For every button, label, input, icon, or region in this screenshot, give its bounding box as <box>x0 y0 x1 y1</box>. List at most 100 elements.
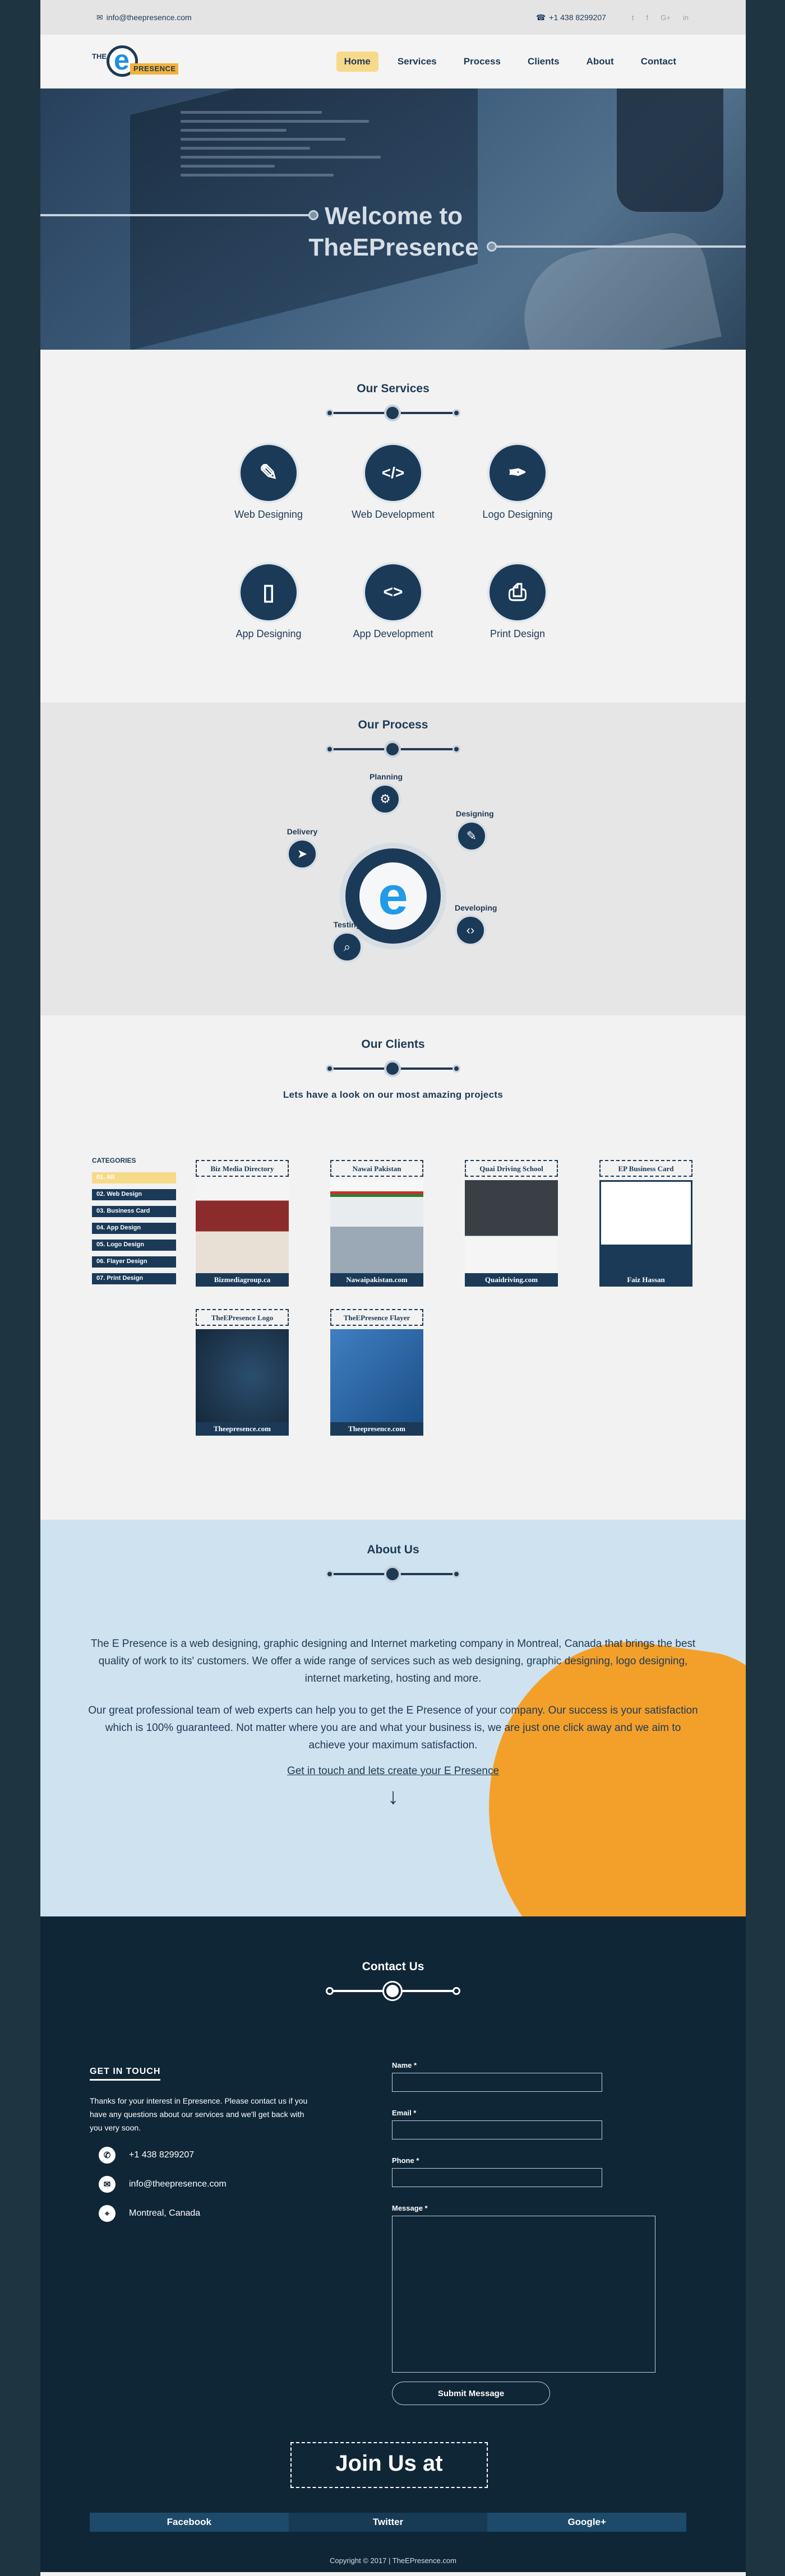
service-logo-designing[interactable]: ✒ Logo Designing <box>456 445 579 521</box>
google-plus-link[interactable]: Google+ <box>487 2513 687 2532</box>
mail-icon: ✉ <box>96 12 103 22</box>
step-designing: Designing ✎ <box>456 809 494 852</box>
project-card[interactable]: TheEPresence Flayer Theepresence.com <box>330 1309 423 1436</box>
project-site: Theepresence.com <box>330 1422 423 1436</box>
linkedin-icon[interactable]: in <box>683 13 689 22</box>
contact-email[interactable]: info@theepresence.com <box>129 2179 227 2189</box>
project-cards: Biz Media Directory Bizmediagroup.ca Naw… <box>196 1160 734 1436</box>
service-print-design[interactable]: ⎙ Print Design <box>456 564 579 640</box>
code-icon: ‹› <box>455 915 486 946</box>
categories-list: CATEGORIES 01. All 02. Web Design 03. Bu… <box>92 1157 176 1290</box>
arrow-down-icon[interactable]: ↓ <box>40 1784 746 1809</box>
get-in-touch-text: Thanks for your interest in Epresence. P… <box>90 2096 308 2132</box>
contact-title: Contact Us <box>362 1960 424 1973</box>
twitter-link[interactable]: Twitter <box>288 2513 488 2532</box>
nav-services[interactable]: Services <box>390 52 445 72</box>
nav-process[interactable]: Process <box>456 52 509 72</box>
contact-location-row: ⌖ Montreal, Canada <box>90 2205 314 2222</box>
logo-wordmark: PRESENCE <box>130 63 178 75</box>
name-field[interactable] <box>392 2073 602 2092</box>
phone-field[interactable] <box>392 2168 602 2187</box>
google-plus-icon[interactable]: G+ <box>661 13 671 22</box>
hero-title-line2: TheEPresence <box>308 234 479 261</box>
project-title: Nawai Pakistan <box>330 1160 423 1177</box>
hero-mug <box>617 89 723 212</box>
step-testing: Testing ⌕ <box>331 920 363 963</box>
design-icon: ✎ <box>456 820 487 852</box>
about-section: About Us The E Presence is a web designi… <box>40 1520 746 1916</box>
category-print-design[interactable]: 07. Print Design <box>92 1273 176 1284</box>
step-label: Delivery <box>287 827 318 836</box>
service-web-development[interactable]: </> Web Development <box>331 445 455 521</box>
service-label: Web Designing <box>234 509 303 520</box>
category-web-design[interactable]: 02. Web Design <box>92 1189 176 1200</box>
step-planning: Planning ⚙ <box>370 772 403 815</box>
process-title: Our Process <box>358 718 428 731</box>
contact-phone: +1 438 8299207 <box>129 2150 195 2160</box>
step-delivery: Delivery ➤ <box>287 827 318 870</box>
twitter-icon[interactable]: t <box>632 13 634 22</box>
phone-icon: ▯ <box>262 580 275 605</box>
services-grid: ✎ Web Designing </> Web Development ✒ Logo … <box>40 445 746 640</box>
category-flayer-design[interactable]: 06. Flayer Design <box>92 1256 176 1268</box>
service-web-designing[interactable]: ✎ Web Designing <box>207 445 330 521</box>
contact-section: Contact Us GET IN TOUCH Thanks for your … <box>40 1916 746 2572</box>
about-cta-link[interactable]: Get in touch and lets create your E Pres… <box>40 1765 746 1777</box>
section-divider <box>326 740 460 759</box>
nav-home[interactable]: Home <box>336 51 378 72</box>
process-e-logo: e <box>359 862 427 930</box>
message-field[interactable] <box>392 2216 655 2373</box>
project-thumbnail <box>465 1180 558 1273</box>
facebook-link[interactable]: Facebook <box>90 2513 289 2532</box>
topbar-email-link[interactable]: info@theepresence.com <box>107 13 192 22</box>
project-thumbnail <box>330 1329 423 1422</box>
testing-icon: ⌕ <box>331 931 363 963</box>
hero-line-right <box>495 245 746 248</box>
topbar-social: t f G+ in <box>632 13 689 22</box>
footer-social: Facebook Twitter Google+ <box>90 2513 687 2532</box>
project-site: Nawaipakistan.com <box>330 1273 423 1287</box>
category-app-design[interactable]: 04. App Design <box>92 1223 176 1234</box>
project-card[interactable]: TheEPresence Logo Theepresence.com <box>196 1309 289 1436</box>
category-business-card[interactable]: 03. Business Card <box>92 1206 176 1217</box>
project-site: Quaidriving.com <box>465 1273 558 1287</box>
services-section: Our Services ✎ Web Designing </> Web Devel… <box>40 350 746 703</box>
topbar-phone: +1 438 8299207 <box>549 13 606 22</box>
category-logo-design[interactable]: 05. Logo Design <box>92 1240 176 1251</box>
project-title: Quai Driving School <box>465 1160 558 1177</box>
category-all[interactable]: 01. All <box>92 1172 176 1183</box>
project-thumbnail <box>196 1180 289 1273</box>
step-label: Testing <box>333 920 361 929</box>
section-divider <box>326 403 460 423</box>
main-nav: Home Services Process Clients About Cont… <box>336 51 684 72</box>
clients-section: Our Clients Lets have a look on our most… <box>40 1015 746 1520</box>
project-card[interactable]: Nawai Pakistan Nawaipakistan.com <box>330 1160 423 1287</box>
submit-message-button[interactable]: Submit Message <box>392 2382 550 2405</box>
clients-title: Our Clients <box>361 1038 425 1051</box>
facebook-icon[interactable]: f <box>647 13 649 22</box>
nav-clients[interactable]: Clients <box>520 52 567 72</box>
logo-the: THE <box>92 52 107 61</box>
clients-subtitle: Lets have a look on our most amazing pro… <box>283 1089 504 1100</box>
contact-location: Montreal, Canada <box>129 2208 201 2218</box>
service-label: Web Development <box>352 509 435 520</box>
project-card[interactable]: Biz Media Directory Bizmediagroup.ca <box>196 1160 289 1287</box>
categories-title: CATEGORIES <box>92 1157 136 1164</box>
logo[interactable]: THE e PRESENCE <box>92 42 182 81</box>
service-app-designing[interactable]: ▯ App Designing <box>207 564 330 640</box>
printer-icon: ⎙ <box>509 579 527 605</box>
project-card[interactable]: EP Business Card Faiz Hassan <box>599 1160 692 1287</box>
about-paragraph-1: The E Presence is a web designing, graph… <box>90 1638 696 1684</box>
nav-about[interactable]: About <box>579 52 622 72</box>
email-field[interactable] <box>392 2120 602 2139</box>
get-in-touch: GET IN TOUCH Thanks for your interest in… <box>90 2067 314 2222</box>
get-in-touch-title: GET IN TOUCH <box>90 2067 161 2081</box>
section-divider <box>326 1981 460 2001</box>
project-thumbnail <box>599 1180 692 1273</box>
step-developing: Developing ‹› <box>455 903 497 946</box>
project-card[interactable]: Quai Driving School Quaidriving.com <box>465 1160 558 1287</box>
hero-banner: Welcome to TheEPresence <box>40 89 746 350</box>
contact-form: Name * Email * Phone * Message * Submit … <box>392 2061 655 2405</box>
service-app-development[interactable]: <> App Development <box>331 564 455 640</box>
nav-contact[interactable]: Contact <box>633 52 684 72</box>
